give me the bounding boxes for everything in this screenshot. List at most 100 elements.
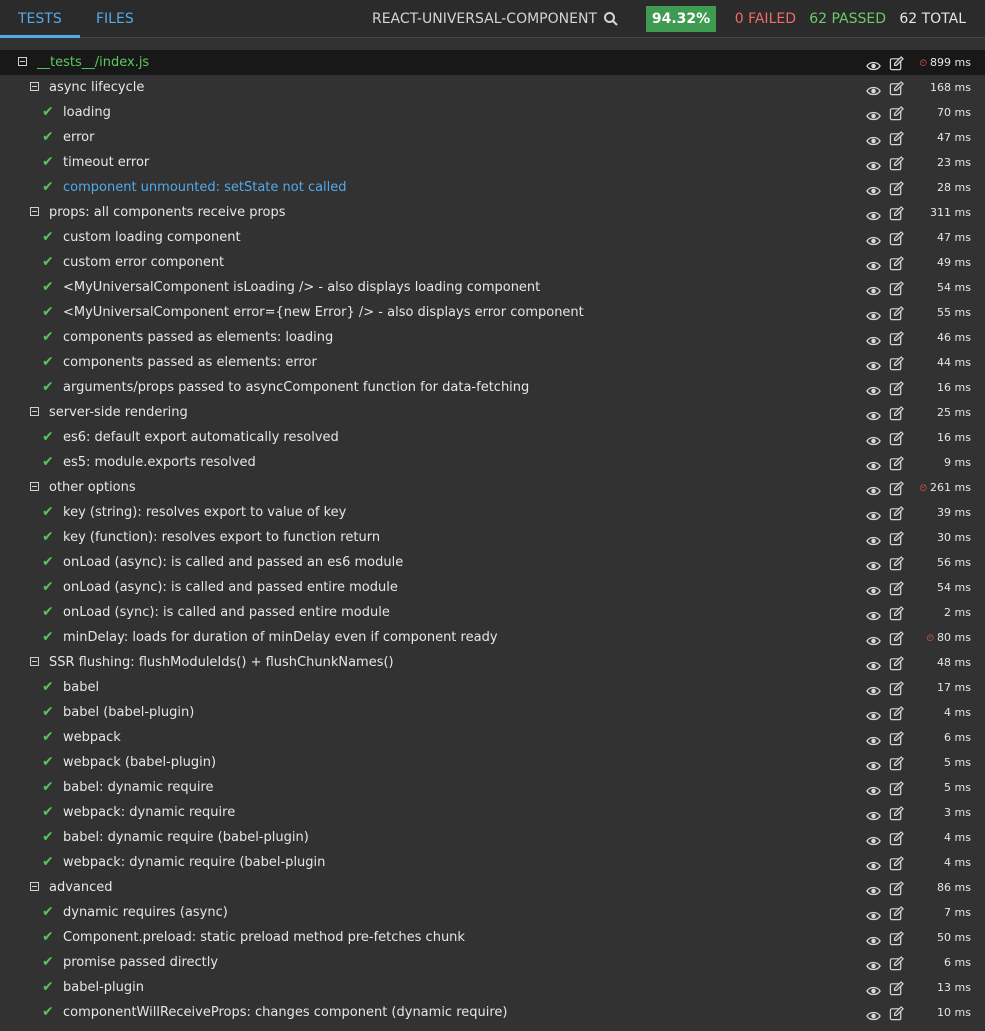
row-label[interactable]: es5: module.exports resolved [63,450,256,475]
edit-icon[interactable] [889,380,904,396]
edit-icon[interactable] [889,430,904,446]
row-label[interactable]: other options [49,475,136,500]
eye-icon[interactable] [866,881,881,896]
edit-icon[interactable] [889,105,904,121]
edit-icon[interactable] [889,155,904,171]
eye-icon[interactable] [866,281,881,296]
test-row[interactable]: ✔ error 47 ms [0,125,985,150]
row-label[interactable]: <MyUniversalComponent isLoading /> - als… [63,275,540,300]
test-row[interactable]: ✔ components passed as elements: loading 4… [0,325,985,350]
row-label[interactable]: es6: default export automatically resolv… [63,425,339,450]
eye-icon[interactable] [866,306,881,321]
row-label[interactable]: timeout error [63,150,149,175]
test-row[interactable]: ✔ webpack: dynamic require (babel-plugin 4… [0,850,985,875]
eye-icon[interactable] [866,356,881,371]
test-row[interactable]: ✔ component unmounted: setState not calle… [0,175,985,200]
row-label[interactable]: babel: dynamic require (babel-plugin) [63,825,309,850]
edit-icon[interactable] [889,805,904,821]
row-label[interactable]: dynamic requires (async) [63,900,228,925]
suite-row[interactable]: advanced 86 ms [0,875,985,900]
suite-row[interactable]: SSR flushing: flushModuleIds() + flushCh… [0,650,985,675]
suite-row[interactable]: async lifecycle 168 ms [0,75,985,100]
edit-icon[interactable] [889,255,904,271]
row-label[interactable]: babel: dynamic require [63,775,214,800]
test-row[interactable]: ✔ minDelay: loads for duration of minDela… [0,625,985,650]
edit-icon[interactable] [889,480,904,496]
eye-icon[interactable] [866,606,881,621]
edit-icon[interactable] [889,405,904,421]
test-row[interactable]: ✔ webpack: dynamic require 3 ms [0,800,985,825]
test-row[interactable]: ✔ <MyUniversalComponent error={new Error}… [0,300,985,325]
test-row[interactable]: ✔ Component.preload: static preload metho… [0,925,985,950]
edit-icon[interactable] [889,880,904,896]
row-label[interactable]: components passed as elements: error [63,350,317,375]
test-row[interactable]: ✔ components passed as elements: error 44 … [0,350,985,375]
edit-icon[interactable] [889,305,904,321]
edit-icon[interactable] [889,130,904,146]
edit-icon[interactable] [889,830,904,846]
test-row[interactable]: ✔ onLoad (sync): is called and passed ent… [0,600,985,625]
eye-icon[interactable] [866,556,881,571]
eye-icon[interactable] [866,806,881,821]
test-row[interactable]: ✔ loading 70 ms [0,100,985,125]
test-row[interactable]: ✔ dynamic requires (async) 7 ms [0,900,985,925]
test-row[interactable]: ✔ onLoad (async): is called and passed an… [0,550,985,575]
edit-icon[interactable] [889,705,904,721]
test-row[interactable]: ✔ babel 17 ms [0,675,985,700]
eye-icon[interactable] [866,506,881,521]
suite-row[interactable]: other options ⏲ 261 ms [0,475,985,500]
eye-icon[interactable] [866,131,881,146]
collapse-icon[interactable] [30,207,39,216]
eye-icon[interactable] [866,381,881,396]
edit-icon[interactable] [889,680,904,696]
eye-icon[interactable] [866,931,881,946]
edit-icon[interactable] [889,980,904,996]
row-label[interactable]: component unmounted: setState not called [63,175,347,200]
eye-icon[interactable] [866,831,881,846]
eye-icon[interactable] [866,156,881,171]
eye-icon[interactable] [866,231,881,246]
test-row[interactable]: ✔ componentWillReceiveProps: changes comp… [0,1000,985,1025]
row-label[interactable]: onLoad (sync): is called and passed enti… [63,600,390,625]
eye-icon[interactable] [866,56,881,71]
eye-icon[interactable] [866,756,881,771]
row-label[interactable]: advanced [49,875,113,900]
collapse-icon[interactable] [18,57,27,66]
test-row[interactable]: ✔ es5: module.exports resolved 9 ms [0,450,985,475]
eye-icon[interactable] [866,956,881,971]
row-label[interactable]: babel-plugin [63,975,144,1000]
eye-icon[interactable] [866,181,881,196]
eye-icon[interactable] [866,81,881,96]
edit-icon[interactable] [889,455,904,471]
row-label[interactable]: webpack [63,725,121,750]
row-label[interactable]: __tests__/index.js [37,50,149,75]
row-label[interactable]: webpack (babel-plugin) [63,750,216,775]
eye-icon[interactable] [866,331,881,346]
row-label[interactable]: SSR flushing: flushModuleIds() + flushCh… [49,650,394,675]
row-label[interactable]: babel (babel-plugin) [63,700,194,725]
row-label[interactable]: key (string): resolves export to value o… [63,500,346,525]
row-label[interactable]: onLoad (async): is called and passed ent… [63,575,398,600]
test-row[interactable]: ✔ arguments/props passed to asyncComponen… [0,375,985,400]
row-label[interactable]: custom loading component [63,225,241,250]
eye-icon[interactable] [866,631,881,646]
edit-icon[interactable] [889,855,904,871]
collapse-icon[interactable] [30,657,39,666]
test-row[interactable]: ✔ custom loading component 47 ms [0,225,985,250]
row-label[interactable]: componentWillReceiveProps: changes compo… [63,1000,508,1025]
edit-icon[interactable] [889,180,904,196]
eye-icon[interactable] [866,781,881,796]
edit-icon[interactable] [889,755,904,771]
row-label[interactable]: <MyUniversalComponent error={new Error} … [63,300,584,325]
suite-row[interactable]: props: all components receive props 311 m… [0,200,985,225]
edit-icon[interactable] [889,955,904,971]
edit-icon[interactable] [889,230,904,246]
collapse-icon[interactable] [30,882,39,891]
edit-icon[interactable] [889,280,904,296]
eye-icon[interactable] [866,531,881,546]
row-label[interactable]: custom error component [63,250,224,275]
test-row[interactable]: ✔ promise passed directly 6 ms [0,950,985,975]
suite-row[interactable]: server-side rendering 25 ms [0,400,985,425]
search-icon[interactable] [603,11,619,27]
eye-icon[interactable] [866,106,881,121]
